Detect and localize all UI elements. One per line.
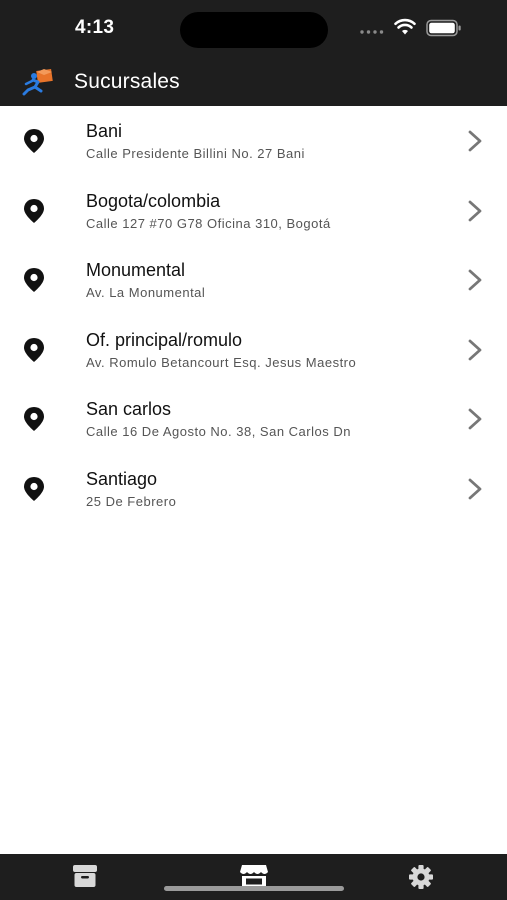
map-pin-icon	[24, 198, 44, 223]
map-pin-icon	[24, 407, 44, 431]
chevron-right-icon	[468, 478, 482, 499]
tab-branches[interactable]	[169, 854, 338, 900]
status-bar: 4:13	[0, 0, 507, 58]
branch-list-item[interactable]: Of. principal/romulo Av. Romulo Betancour…	[0, 315, 507, 385]
branch-list-item[interactable]: Monumental Av. La Monumental	[0, 245, 507, 315]
branch-address: Calle Presidente Billini No. 27 Bani	[86, 146, 305, 161]
screen: 4:13 Sucursales Bani Calle Presidente Bi…	[0, 0, 507, 900]
chevron-right-icon	[468, 130, 482, 152]
tab-packages[interactable]	[0, 854, 169, 900]
branch-address: Calle 16 De Agosto No. 38, San Carlos Dn	[86, 424, 351, 439]
branch-list-item[interactable]: Bogota/colombia Calle 127 #70 G78 Oficina…	[0, 176, 507, 246]
app-header: Sucursales	[0, 58, 507, 106]
branch-address: Calle 127 #70 G78 Oficina 310, Bogotá	[86, 215, 331, 231]
branch-address: Av. Romulo Betancourt Esq. Jesus Maestro	[86, 354, 357, 370]
home-indicator	[164, 886, 344, 891]
page-title: Sucursales	[74, 70, 180, 93]
wifi-icon	[394, 18, 416, 35]
branch-name: Santiago	[86, 468, 158, 489]
branch-name: Of. principal/romulo	[86, 329, 243, 350]
chevron-right-icon	[468, 408, 482, 430]
signal-icon	[360, 30, 384, 34]
chevron-right-icon	[468, 200, 482, 221]
branch-list-item[interactable]: Bani Calle Presidente Billini No. 27 Bani	[0, 106, 507, 176]
delivery-logo-icon	[22, 68, 53, 96]
chevron-right-icon	[468, 269, 482, 291]
branch-list-item[interactable]: Santiago 25 De Febrero	[0, 454, 507, 524]
gear-icon	[409, 865, 433, 889]
branch-address: 25 De Febrero	[86, 493, 177, 509]
branch-list: Bani Calle Presidente Billini No. 27 Bani…	[0, 106, 507, 523]
tab-bar	[0, 854, 507, 900]
chevron-right-icon	[468, 339, 482, 360]
branch-name: Monumental	[86, 260, 186, 280]
battery-icon	[426, 19, 461, 37]
branch-name: Bogota/colombia	[86, 190, 221, 211]
package-icon	[73, 865, 97, 887]
map-pin-icon	[24, 476, 44, 501]
map-pin-icon	[24, 268, 44, 292]
status-time: 4:13	[75, 17, 115, 38]
tab-settings[interactable]	[338, 854, 507, 900]
branch-name: Bani	[86, 121, 123, 141]
branch-list-item[interactable]: San carlos Calle 16 De Agosto No. 38, San…	[0, 384, 507, 454]
map-pin-icon	[24, 129, 44, 153]
branch-name: San carlos	[86, 399, 172, 419]
branch-address: Av. La Monumental	[86, 285, 206, 300]
dynamic-island	[180, 12, 328, 48]
map-pin-icon	[24, 337, 44, 362]
